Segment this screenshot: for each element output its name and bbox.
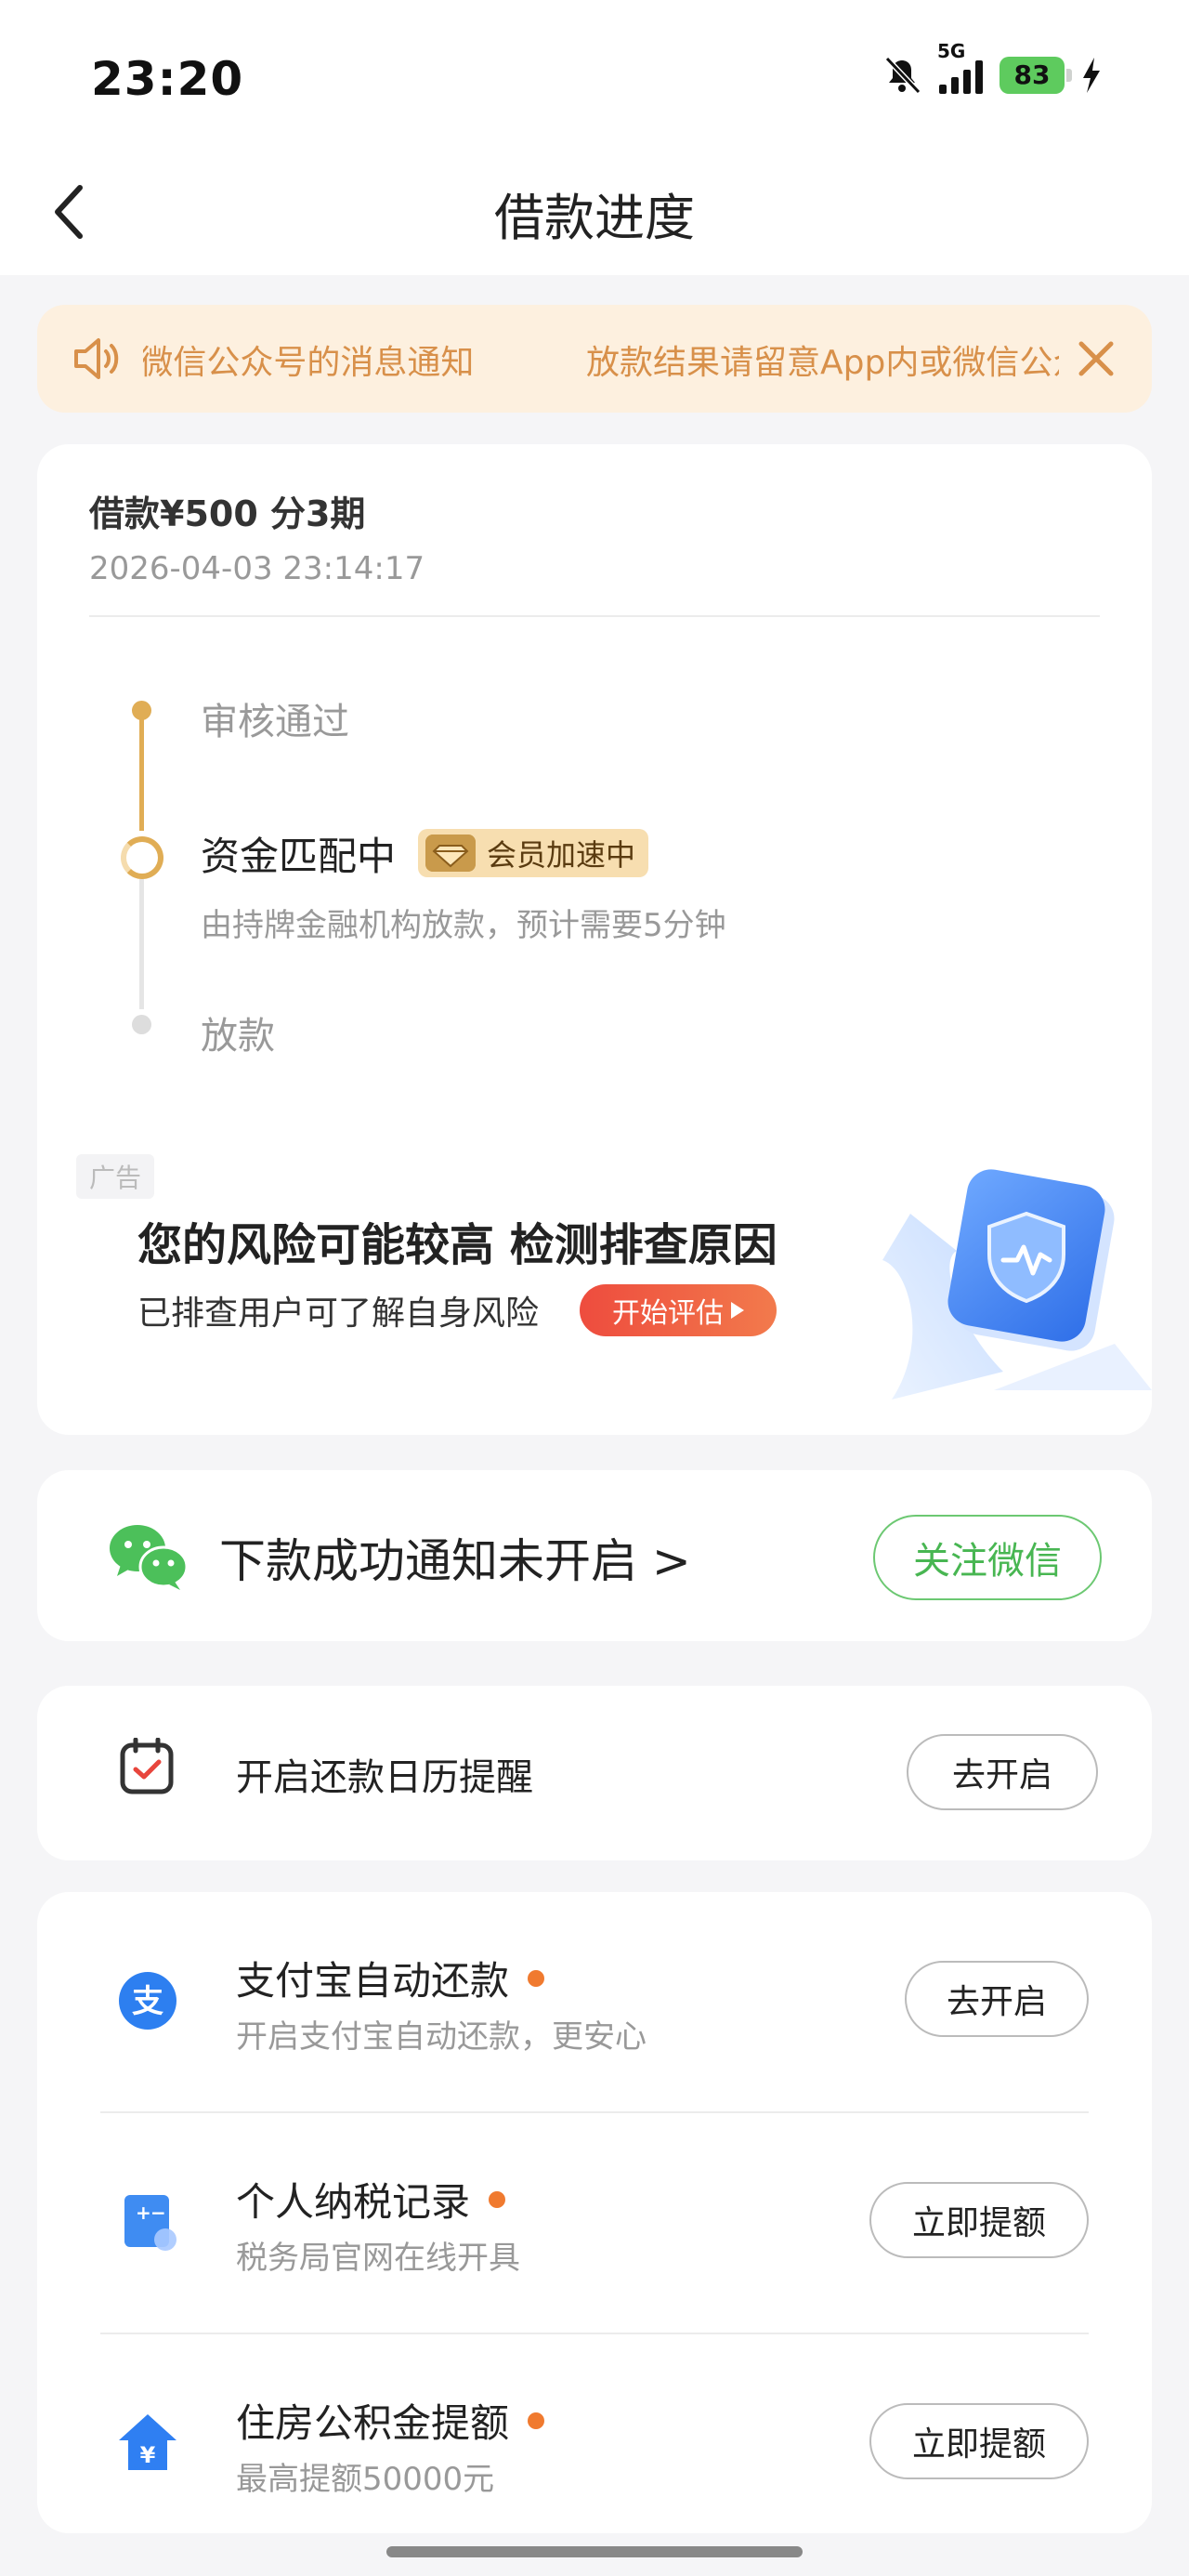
svg-text:−: −: [150, 2201, 166, 2224]
notice-banner: 放款结果请留意App内或微信公众号的消息通知 放款结果请留意App内或微信公众号…: [37, 305, 1152, 413]
loan-summary: 借款¥500 分3期: [89, 493, 366, 534]
raise-limit-button[interactable]: 立即提额: [869, 2182, 1089, 2258]
cellular-signal-icon: 5G: [937, 40, 983, 94]
step-matching: 资金匹配中: [201, 834, 397, 879]
shield-monitor-illustration-icon: [882, 1169, 1152, 1400]
ad-headline[interactable]: 您的风险可能较高 检测排查原因: [137, 1208, 777, 1273]
alipay-autopay-subtitle: 开启支付宝自动还款，更安心: [236, 2018, 647, 2056]
svg-text:¥: ¥: [140, 2442, 156, 2468]
speaker-icon: [74, 338, 119, 379]
services-list-card: 支 支付宝自动还款 开启支付宝自动还款，更安心 去开启 + − 个人纳税记录 税…: [37, 1892, 1152, 2533]
start-assessment-label: 开始评估: [612, 1297, 724, 1330]
step-active-spinner-icon: [121, 836, 163, 879]
alipay-autopay-title: 支付宝自动还款: [236, 1958, 510, 2004]
list-item-tax-record[interactable]: + − 个人纳税记录 税务局官网在线开具 立即提额: [37, 2113, 1152, 2336]
svg-text:支: 支: [132, 1983, 163, 2020]
notice-marquee: 放款结果请留意App内或微信公众号的消息通知 放款结果请留意App内或微信公众号…: [143, 305, 1059, 413]
diamond-icon: [425, 835, 476, 872]
list-item-title: 个人纳税记录: [236, 2171, 506, 2228]
step-pending-dot: [132, 1015, 151, 1034]
house-yuan-icon: ¥: [119, 2414, 176, 2470]
vip-accelerating-badge: 会员加速中: [418, 829, 649, 877]
tax-record-title: 个人纳税记录: [236, 2179, 471, 2225]
wechat-icon: [110, 1525, 188, 1590]
loan-timestamp: 2026-04-03 23:14:17: [89, 550, 425, 587]
battery-icon: 83: [1000, 57, 1072, 94]
start-assessment-button[interactable]: 开始评估: [580, 1284, 777, 1336]
timeline-line-done: [139, 710, 144, 831]
play-triangle-icon: [731, 1302, 744, 1319]
ad-tag: 广告: [76, 1154, 155, 1199]
step-matching-description: 由持牌金融机构放款，预计需要5分钟: [201, 907, 726, 944]
page-title: 借款进度: [494, 191, 695, 246]
raise-limit-button[interactable]: 立即提额: [869, 2403, 1089, 2479]
vip-badge-label: 会员加速中: [487, 837, 636, 873]
charging-bolt-icon: [1083, 58, 1100, 93]
calendar-reminder-text: 开启还款日历提醒: [236, 1756, 533, 1799]
wechat-notify-card[interactable]: 下款成功通知未开启 > 关注微信: [37, 1470, 1152, 1641]
notice-text-repeat: 放款结果请留意App内或微信公众号的消息通知: [586, 344, 1059, 382]
divider: [89, 615, 1100, 617]
list-item-title: 支付宝自动还款: [236, 1950, 545, 2006]
wechat-notify-text[interactable]: 下款成功通知未开启 >: [219, 1524, 691, 1591]
new-dot-badge: [489, 2190, 506, 2208]
home-indicator[interactable]: [386, 2546, 803, 2557]
ad-subtitle[interactable]: 已排查用户可了解自身风险: [137, 1286, 539, 1334]
step-disbursement: 放款: [201, 1015, 275, 1058]
tax-record-subtitle: 税务局官网在线开具: [236, 2240, 520, 2277]
enable-alipay-button[interactable]: 去开启: [905, 1961, 1089, 2037]
follow-wechat-button[interactable]: 关注微信: [873, 1515, 1102, 1600]
housing-fund-subtitle: 最高提额50000元: [236, 2461, 495, 2498]
list-item-alipay-autopay[interactable]: 支 支付宝自动还款 开启支付宝自动还款，更安心 去开启: [37, 1892, 1152, 2115]
notice-text: 放款结果请留意App内或微信公众号的消息通知: [143, 344, 475, 382]
timeline-line-pending: [139, 879, 144, 1009]
step-approved: 审核通过: [201, 701, 349, 743]
new-dot-badge: [528, 2412, 545, 2429]
calendar-reminder-card: 开启还款日历提醒 去开启: [37, 1686, 1152, 1860]
list-item-title: 住房公积金提额: [236, 2392, 545, 2449]
mute-bell-icon: [884, 56, 921, 95]
network-type: 5G: [937, 40, 966, 62]
list-item-housing-fund[interactable]: ¥ 住房公积金提额 最高提额50000元 立即提额: [37, 2334, 1152, 2533]
step-done-dot: [132, 701, 151, 720]
enable-calendar-button[interactable]: 去开启: [907, 1734, 1098, 1810]
calendar-check-icon: [120, 1738, 174, 1794]
svg-text:+: +: [136, 2201, 151, 2224]
tax-calculator-icon: + −: [124, 2195, 176, 2251]
close-icon[interactable]: [1076, 338, 1117, 379]
loan-progress-card: 借款¥500 分3期 2026-04-03 23:14:17 审核通过 资金匹配…: [37, 444, 1152, 1435]
housing-fund-title: 住房公积金提额: [236, 2400, 510, 2446]
nav-bar: 借款进度: [0, 149, 1189, 275]
status-icons: 5G 83: [882, 40, 1102, 99]
new-dot-badge: [528, 1969, 545, 1987]
alipay-icon: 支: [119, 1972, 176, 2030]
status-time: 23:20: [91, 52, 244, 106]
status-bar: 23:20 5G 83: [0, 0, 1189, 149]
